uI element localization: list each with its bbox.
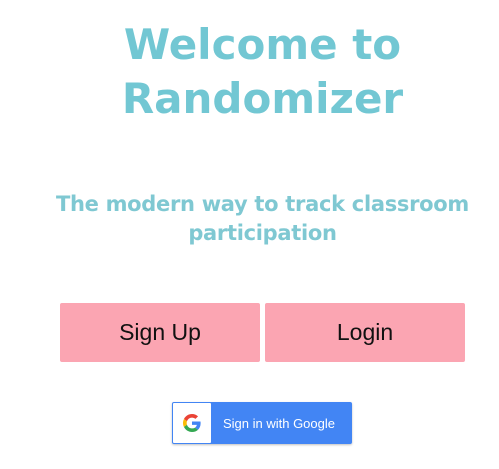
title-line-1: Welcome to — [123, 20, 402, 69]
title-line-2: Randomizer — [121, 74, 404, 123]
page-title: Welcome to Randomizer — [0, 18, 499, 126]
google-sign-in-label: Sign in with Google — [222, 415, 335, 431]
page-subtitle: The modern way to track classroom partic… — [55, 192, 470, 245]
google-sign-in-button[interactable]: Sign in with Google — [172, 402, 352, 444]
login-button[interactable]: Login — [265, 303, 465, 362]
google-icon-container — [173, 403, 211, 443]
sign-up-button[interactable]: Sign Up — [60, 303, 260, 362]
google-g-icon — [183, 414, 201, 432]
